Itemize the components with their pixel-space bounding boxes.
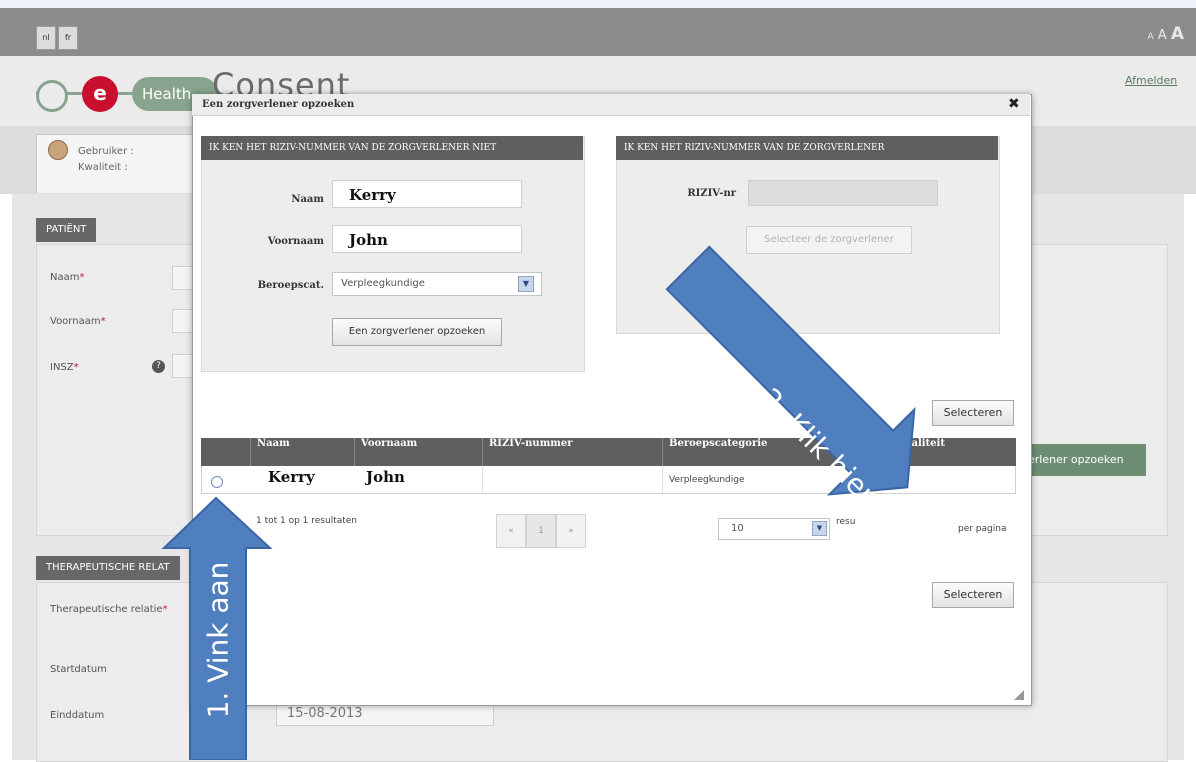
arrow-diagonal-annotation [665, 245, 916, 496]
annotation-arrows [161, 245, 916, 760]
step1-annotation: 1. Vink aan [201, 561, 235, 719]
